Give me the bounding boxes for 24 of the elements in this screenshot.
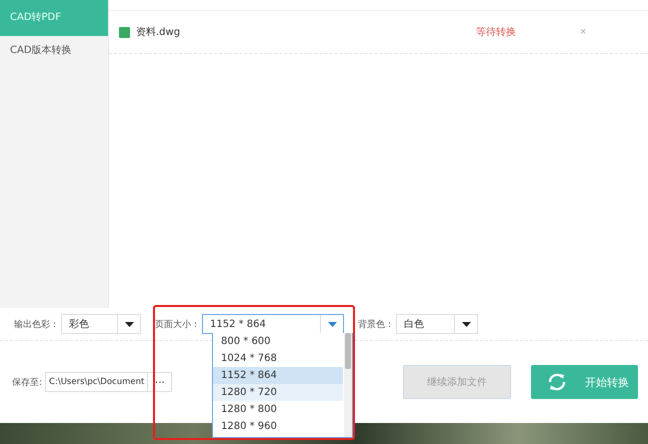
option-label: 输出色彩： [14,318,59,330]
browse-button[interactable]: ··· [148,372,172,392]
caret-icon [462,322,470,326]
dropdown-option[interactable]: 1280 * 960 [213,418,343,435]
file-name: 资料.dwg [136,26,182,39]
scrollbar[interactable] [344,333,352,437]
dropdown-field[interactable]: 彩色 [61,314,141,334]
dropdown-option[interactable]: 1280 * 800 [213,401,343,418]
path-field[interactable]: C:\Users\pc\Document [45,372,148,392]
dropdown-option[interactable]: 1152 * 864 [213,367,343,384]
dropdown-field[interactable]: 白色 [396,314,478,334]
sidebar-item[interactable]: CAD版本转换 [0,36,108,66]
caret-icon [124,322,134,326]
option-label: 页面大小： [155,318,200,330]
file-status: 等待转换 [476,26,517,39]
option-label: 背景色： [358,318,394,330]
dropdown-option[interactable]: 1024 * 768 [213,350,343,367]
dropdown-option[interactable]: 1280 * 720 [213,384,343,401]
refresh-icon [547,372,567,392]
dropdown-option[interactable]: 800 * 600 [213,333,343,350]
file-icon [119,26,130,38]
dropdown-field[interactable]: 1152 * 864 [202,314,344,334]
save-label: 保存至: [12,376,42,388]
caret-icon [328,322,336,326]
